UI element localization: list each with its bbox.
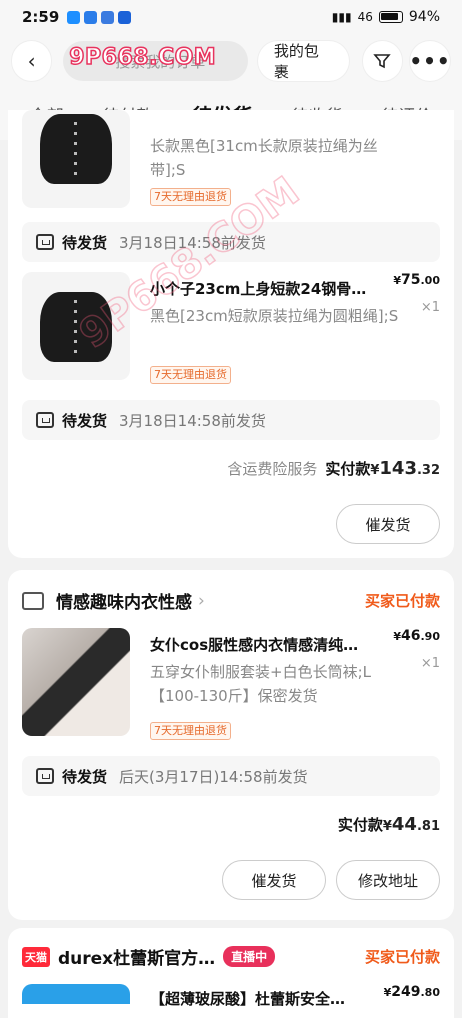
- currency-symbol: ¥: [370, 463, 380, 478]
- more-button[interactable]: •••: [409, 41, 451, 81]
- app-notification-icon: [84, 10, 98, 24]
- ship-deadline: 后天(3月17日)14:58前发货: [119, 767, 308, 786]
- app-notification-icon: [118, 10, 132, 24]
- remind-shipment-button[interactable]: 催发货: [336, 504, 440, 544]
- status-time: 2:59: [22, 8, 60, 26]
- order-total: 实付款 ¥ 44 .81: [338, 814, 440, 835]
- currency-symbol: ¥: [382, 819, 392, 834]
- top-bar: ‹ 搜索我的订单 9P668.COM 我的包裹 •••: [0, 34, 462, 88]
- tmall-tag: 天猫: [22, 946, 50, 967]
- package-icon: [36, 768, 54, 784]
- item-title[interactable]: 【超薄玻尿酸】杜蕾斯安全…: [150, 988, 386, 1009]
- paid-label: 实付款: [337, 816, 383, 834]
- product-thumbnail[interactable]: [22, 110, 130, 208]
- return-policy-badge: 7天无理由退货: [150, 188, 231, 206]
- filter-icon: [373, 54, 392, 69]
- product-image: [22, 628, 130, 736]
- live-badge: 直播中: [223, 946, 276, 967]
- remind-shipment-button[interactable]: 催发货: [222, 860, 326, 900]
- insurance-note: 含运费险服务: [227, 460, 318, 478]
- shop-header[interactable]: 天猫 durex杜蕾斯官方… 直播中: [22, 944, 276, 969]
- product-image: [40, 114, 112, 184]
- ship-status: 待发货: [62, 411, 108, 430]
- battery-level: 94%: [408, 9, 440, 25]
- store-icon: [22, 591, 44, 610]
- chevron-right-icon: ›: [198, 590, 205, 611]
- order-total: 含运费险服务 实付款 ¥ 143 .32: [227, 458, 440, 479]
- shipping-info: 待发货 3月18日14:58前发货: [22, 400, 440, 440]
- item-spec: 黑色[23cm短款原装拉绳为圆粗绳];S: [150, 307, 399, 325]
- ship-deadline: 3月18日14:58前发货: [119, 411, 266, 430]
- return-policy-badge: 7天无理由退货: [150, 366, 231, 384]
- item-quantity: ×1: [420, 656, 440, 671]
- battery-icon: [378, 11, 403, 23]
- chevron-left-icon: ‹: [27, 49, 36, 73]
- item-spec: 五穿女仆制服套装+白色长筒袜;L【100-130斤】保密发货: [150, 663, 371, 705]
- more-icon: •••: [409, 49, 451, 73]
- search-input[interactable]: 搜索我的订单 9P668.COM: [63, 41, 248, 81]
- shop-name: durex杜蕾斯官方…: [58, 949, 216, 969]
- order-card: 天猫 durex杜蕾斯官方… 直播中 买家已付款 【超薄玻尿酸】杜蕾斯安全… ¥…: [8, 928, 454, 1018]
- filter-button[interactable]: [362, 41, 402, 81]
- package-icon: [36, 412, 54, 428]
- watermark-logo: 9P668.COM: [68, 44, 217, 71]
- network-type: 46: [357, 10, 373, 24]
- product-thumbnail[interactable]: [22, 628, 130, 736]
- shop-name: 情感趣味内衣性感: [56, 593, 192, 613]
- change-address-button[interactable]: 修改地址: [336, 860, 440, 900]
- package-icon: [36, 234, 54, 250]
- back-button[interactable]: ‹: [12, 41, 52, 81]
- order-status: 买家已付款: [364, 948, 440, 966]
- paid-amount-decimal: .81: [416, 819, 440, 834]
- signal-icon: ▮▮▮: [331, 10, 352, 24]
- order-card: 情感趣味内衣性感 › 买家已付款 女仆cos服性感内衣情感清纯… ¥46.90 …: [8, 570, 454, 920]
- order-status: 买家已付款: [364, 592, 440, 610]
- ship-status: 待发货: [62, 233, 108, 252]
- item-price: ¥75.00: [393, 272, 440, 288]
- order-card: 长款黑色[31cm长款原装拉绳为丝带];S 7天无理由退货 待发货 3月18日1…: [8, 110, 454, 558]
- app-notification-icon: [101, 10, 115, 24]
- item-title[interactable]: 女仆cos服性感内衣情感清纯…: [150, 634, 386, 655]
- product-thumbnail[interactable]: [22, 984, 130, 1004]
- shipping-info: 待发货 后天(3月17日)14:58前发货: [22, 756, 440, 796]
- paid-amount-decimal: .32: [416, 463, 440, 478]
- ship-status: 待发货: [62, 767, 108, 786]
- paid-amount: 44: [391, 814, 417, 835]
- item-price: ¥249.80: [383, 984, 440, 1000]
- paid-label: 实付款: [325, 460, 371, 478]
- status-bar: 2:59 ▮▮▮ 46 94%: [0, 0, 462, 34]
- paid-amount: 143: [379, 458, 417, 479]
- app-notification-icon: [67, 10, 81, 24]
- item-quantity: ×1: [420, 300, 440, 315]
- item-price: ¥46.90: [393, 628, 440, 644]
- my-package-button[interactable]: 我的包裹: [257, 41, 349, 81]
- shop-header[interactable]: 情感趣味内衣性感 ›: [22, 588, 205, 613]
- return-policy-badge: 7天无理由退货: [150, 722, 231, 740]
